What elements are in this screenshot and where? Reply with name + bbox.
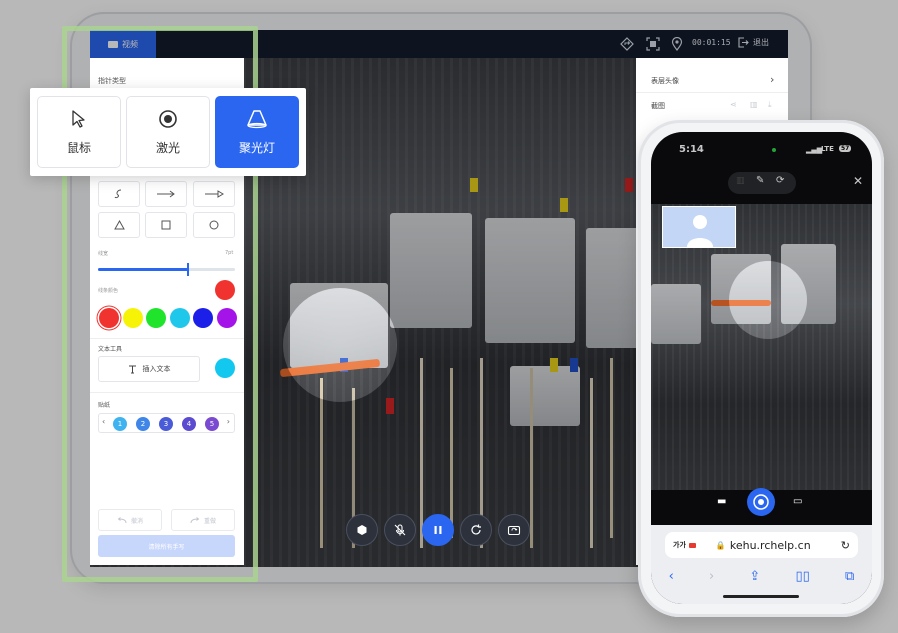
divider	[636, 92, 788, 93]
forward-icon[interactable]: ›	[709, 569, 714, 584]
pause-icon	[434, 526, 442, 534]
spotlight-circle	[729, 261, 807, 339]
trash-icon[interactable]: ▥	[736, 176, 745, 186]
wire	[610, 358, 613, 538]
spotlight-icon	[247, 109, 267, 128]
wire	[420, 358, 423, 548]
exit-button[interactable]: 退出	[738, 37, 769, 48]
share-icon[interactable]: ⇪	[749, 569, 760, 584]
signal-icon: ▂▄▆	[806, 146, 823, 154]
remote-avatar-tile	[662, 206, 736, 248]
spotlight-circle	[283, 288, 397, 402]
cursor-arrow-icon	[72, 109, 85, 128]
pause-button[interactable]	[422, 514, 454, 546]
person-icon	[687, 215, 713, 247]
phone-annotation-toolbar: ▥ ✎ ⟳	[728, 172, 796, 194]
home-indicator	[723, 595, 799, 598]
pointer-laser-button[interactable]: 激光	[126, 96, 210, 168]
refresh-icon[interactable]: ⟳	[776, 175, 784, 186]
network-type: LTE	[821, 145, 834, 153]
reload-icon[interactable]: ↻	[841, 539, 850, 552]
battery-level: 57	[839, 145, 852, 152]
recording-icon	[688, 542, 696, 548]
phone-status-bar: 5:14 ▂▄▆ LTE 57	[651, 132, 872, 168]
phone-screen: 5:14 ▂▄▆ LTE 57 ▥ ✎ ⟳ ✕ ▬ ▭ 가가 🔒 kehu.rc…	[651, 132, 872, 604]
contactor	[390, 213, 472, 328]
phone-shutter-button[interactable]	[747, 488, 775, 516]
close-icon[interactable]: ✕	[853, 174, 863, 188]
shutter-button[interactable]	[346, 514, 378, 546]
reader-label: 가가	[673, 541, 686, 549]
contactor	[651, 284, 701, 344]
contactor	[485, 218, 575, 343]
laser-dot-icon	[159, 109, 177, 128]
back-icon[interactable]: ‹	[669, 569, 674, 584]
mic-off-icon	[394, 524, 406, 536]
pointer-mouse-button[interactable]: 鼠标	[37, 96, 121, 168]
exit-icon	[738, 37, 749, 48]
url-text: kehu.rchelp.cn	[729, 538, 811, 552]
wire-cap	[470, 178, 478, 192]
pointer-type-popup: 鼠标 激光 聚光灯	[30, 88, 306, 176]
direction-icon[interactable]	[620, 37, 634, 51]
call-timer: 00:01:15	[692, 38, 731, 47]
lock-icon: 🔒	[715, 540, 726, 550]
wire-cap	[560, 198, 568, 212]
contactor	[510, 366, 580, 426]
switch-camera-button[interactable]	[498, 514, 530, 546]
folder-icon[interactable]: ▬	[717, 496, 726, 507]
avatar-layer-row[interactable]: 表层头像	[651, 76, 679, 86]
wire-cap	[386, 398, 394, 414]
mute-button[interactable]	[384, 514, 416, 546]
exit-label: 退出	[753, 38, 769, 47]
screenshot-row[interactable]: 截图	[651, 101, 665, 111]
wire	[450, 368, 453, 538]
aperture-icon	[357, 525, 367, 535]
mouse-label: 鼠标	[66, 140, 91, 155]
pencil-icon[interactable]: ✎	[756, 175, 764, 186]
download-icon[interactable]: ⤓	[768, 100, 772, 110]
url-bar[interactable]: 가가 🔒 kehu.rchelp.cn ↻	[665, 532, 858, 558]
scan-icon[interactable]	[646, 37, 660, 51]
pointer-spotlight-button[interactable]: 聚光灯	[215, 96, 299, 168]
chevron-right-icon[interactable]: ›	[770, 73, 774, 86]
tabs-icon[interactable]: ⧉	[845, 569, 854, 584]
location-icon[interactable]	[670, 37, 684, 51]
wire-cap	[625, 178, 633, 192]
wire	[590, 378, 593, 548]
laser-label: 激光	[155, 140, 180, 155]
refresh-icon	[471, 524, 481, 535]
aperture-icon	[753, 494, 769, 510]
browser-nav: ‹ › ⇪ ▯▯ ⧉	[651, 564, 872, 588]
switch-camera-icon	[507, 525, 521, 536]
phone-time: 5:14	[679, 144, 704, 155]
wire-cap	[550, 358, 558, 372]
camera-indicator	[772, 148, 776, 152]
wire-cap	[570, 358, 578, 372]
chat-icon[interactable]: ▭	[793, 496, 802, 507]
wire	[530, 368, 533, 548]
rotate-button[interactable]	[460, 514, 492, 546]
spotlight-label: 聚光灯	[238, 140, 275, 155]
share-icon[interactable]: ⋖	[730, 100, 737, 109]
wire	[320, 378, 323, 548]
trash-icon[interactable]: ▥	[750, 100, 758, 109]
bookmarks-icon[interactable]: ▯▯	[796, 569, 810, 584]
